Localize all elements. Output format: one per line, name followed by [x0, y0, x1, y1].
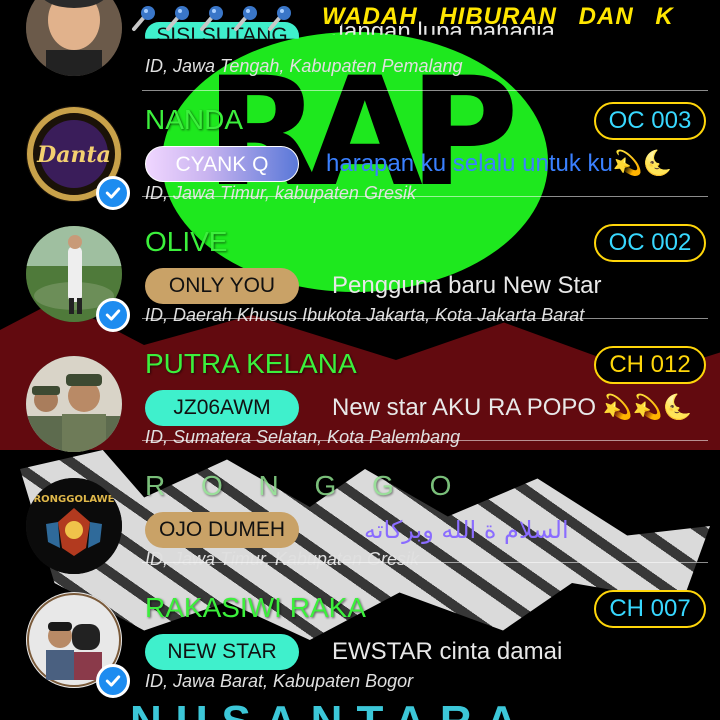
user-location: ID, Jawa Timur, Kabupaten Gresik [145, 549, 419, 569]
avatar[interactable]: RONGGOLAWE [26, 478, 122, 574]
marquee-text: WADAH HIBURAN DAN K [322, 3, 674, 30]
user-code-badge: CH 007 [594, 590, 706, 628]
user-row[interactable]: RAKASIWI RAKA CH 007 NEW STAR EWSTAR cin… [0, 590, 720, 716]
row-divider [142, 440, 708, 441]
user-tag[interactable]: OJO DUMEH [145, 512, 299, 548]
user-name[interactable]: PUTRA KELANA [145, 347, 357, 381]
user-row[interactable]: OLIVE OC 002 ONLY YOU Pengguna baru New … [0, 224, 720, 350]
user-tag[interactable]: ONLY YOU [145, 268, 299, 304]
avatar[interactable] [26, 356, 122, 452]
user-code-badge: OC 003 [594, 102, 706, 140]
user-status: EWSTAR cinta damai [332, 638, 563, 665]
user-status: harapan ku selalu untuk ku💫🌜 [326, 150, 673, 177]
svg-text:Danta: Danta [36, 142, 111, 168]
user-status: New star AKU RA POPO 💫💫🌜 [332, 394, 693, 421]
microphone-icon [230, 3, 260, 33]
row-divider [142, 90, 708, 91]
user-row[interactable]: PUTRA KELANA CH 012 JZ06AWM New star AKU… [0, 346, 720, 472]
user-row[interactable]: RONGGOLAWE R O N G G O OJO DUMEH السلام … [0, 469, 720, 594]
user-status: Pengguna baru New Star [332, 272, 602, 299]
user-name[interactable]: R O N G G O [145, 469, 465, 503]
user-location: ID, Daerah Khusus Ibukota Jakarta, Kota … [145, 305, 585, 325]
user-location: ID, Jawa Barat, Kabupaten Bogor [145, 671, 414, 691]
row-divider [142, 562, 708, 563]
user-location: ID, Sumatera Selatan, Kota Palembang [145, 427, 461, 447]
row-divider [142, 196, 708, 197]
user-name[interactable]: OLIVE [145, 225, 227, 259]
user-tag[interactable]: JZ06AWM [145, 390, 299, 426]
user-location: ID, Jawa Tengah, Kabupaten Pemalang [145, 56, 463, 76]
microphone-icon [196, 3, 226, 33]
user-tag[interactable]: NEW STAR [145, 634, 299, 670]
user-name[interactable]: NANDA [145, 103, 243, 137]
user-list[interactable]: SISI SUTANG Jangan lupa bahagia ID, Jawa… [0, 0, 720, 720]
microphone-icon [162, 3, 192, 33]
verified-badge-icon [96, 664, 130, 698]
microphone-icon [264, 3, 294, 33]
verified-badge-icon [96, 176, 130, 210]
user-tag[interactable]: CYANK Q [145, 146, 299, 182]
user-status: السلام ة الله وبركاته [364, 516, 569, 544]
user-location: ID, Jawa Timur, kabupaten Gresik [145, 183, 416, 203]
user-code-badge: OC 002 [594, 224, 706, 262]
svg-text:RONGGOLAWE: RONGGOLAWE [33, 494, 114, 505]
header-banner: WADAH HIBURAN DAN K [0, 0, 720, 34]
user-row[interactable]: Danta NANDA OC 003 CYANK Q harapan ku se… [0, 102, 720, 228]
microphone-icon [128, 3, 158, 33]
row-divider [142, 318, 708, 319]
user-name[interactable]: RAKASIWI RAKA [145, 591, 366, 625]
user-code-badge: CH 012 [594, 346, 706, 384]
verified-badge-icon [96, 298, 130, 332]
